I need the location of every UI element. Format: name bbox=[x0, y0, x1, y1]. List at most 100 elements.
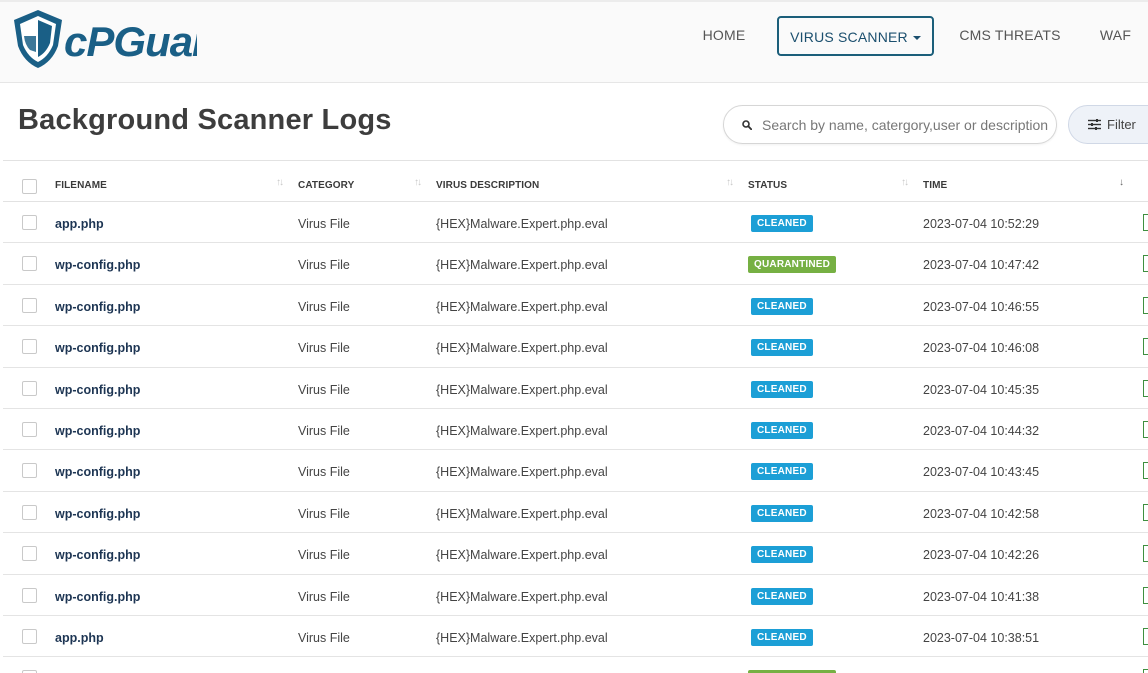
cell-category: Virus File bbox=[298, 630, 350, 645]
cell-filename[interactable]: wp-config.php bbox=[55, 300, 140, 314]
status-badge: CLEANED bbox=[751, 504, 813, 522]
cell-filename[interactable]: wp-config.php bbox=[55, 258, 140, 272]
sort-time-desc-icon[interactable]: ↓ bbox=[1119, 177, 1124, 188]
row-checkbox[interactable] bbox=[22, 546, 37, 562]
cell-filename[interactable]: app.php bbox=[55, 631, 104, 645]
table-header: FILENAME ↑↓ CATEGORY ↑↓ VIRUS DESCRIPTIO… bbox=[3, 161, 1148, 202]
select-all-checkbox[interactable] bbox=[22, 179, 37, 194]
table-row[interactable]: wp-config.php Virus File {HEX}Malware.Expe… bbox=[3, 409, 1148, 451]
cell-category: Virus File bbox=[298, 382, 350, 397]
cell-filename[interactable]: wp-config.php bbox=[55, 341, 140, 355]
cell-virus-description: {HEX}Malware.Expert.php.eval bbox=[436, 506, 608, 521]
cell-virus-description: {HEX}Malware.Expert.php.eval bbox=[436, 589, 608, 604]
view-file-icon[interactable] bbox=[1143, 586, 1148, 604]
status-badge: CLEANED bbox=[751, 297, 813, 315]
table-row[interactable]: app.php Virus File {HEX}Malware.Expert.php… bbox=[3, 202, 1148, 244]
table-row[interactable]: wp-config.phpVirus File{HEX}Malware.Expe… bbox=[3, 285, 1148, 327]
sort-status-icon[interactable]: ↑↓ bbox=[901, 177, 909, 188]
cell-filename[interactable]: wp-config.php bbox=[55, 507, 140, 521]
sort-filename-icon[interactable]: ↑↓ bbox=[276, 177, 284, 188]
view-file-icon[interactable] bbox=[1143, 503, 1148, 521]
row-checkbox[interactable] bbox=[22, 421, 37, 437]
cell-time: 2023-07-04 10:52:29 bbox=[923, 217, 1040, 231]
cell-virus-description: {HEX}Malware.Expert.php.eval bbox=[436, 217, 608, 231]
status-badge: QUARANTINED bbox=[748, 256, 837, 274]
view-file-icon[interactable] bbox=[1143, 296, 1148, 314]
status-badge: CLEANED bbox=[751, 628, 813, 646]
cell-virus-description: {HEX}Malware.Expert.php.eval bbox=[436, 630, 608, 645]
table-row[interactable]: wp-config.phpVirus File{HEX}Malware.Expe… bbox=[3, 657, 1148, 673]
status-badge: CLEANED bbox=[751, 421, 813, 439]
nav-cms-threats[interactable]: CMS THREATS bbox=[955, 16, 1065, 56]
cell-category: Virus File bbox=[298, 299, 350, 314]
view-file-icon[interactable] bbox=[1143, 420, 1148, 438]
view-file-icon[interactable] bbox=[1143, 338, 1148, 356]
svg-text:cPGuard: cPGuard bbox=[64, 18, 197, 65]
view-file-icon[interactable] bbox=[1143, 214, 1148, 231]
view-file-icon[interactable] bbox=[1143, 669, 1148, 673]
cell-filename[interactable]: wp-config.php bbox=[55, 424, 140, 438]
status-badge: CLEANED bbox=[751, 587, 813, 605]
header-time[interactable]: TIME bbox=[923, 180, 947, 191]
cell-category: Virus File bbox=[298, 506, 350, 521]
table-row[interactable]: wp-config.phpVirus File{HEX}Malware.Expe… bbox=[3, 450, 1148, 492]
cell-filename[interactable]: wp-config.php bbox=[55, 590, 140, 604]
row-checkbox[interactable] bbox=[22, 628, 37, 644]
cell-filename[interactable]: wp-config.php bbox=[55, 548, 140, 562]
cell-time: 2023-07-04 10:42:58 bbox=[923, 506, 1040, 521]
cell-filename[interactable]: wp-config.php bbox=[55, 383, 140, 397]
page-title: Background Scanner Logs bbox=[18, 104, 392, 136]
search-icon bbox=[742, 120, 752, 130]
table-row[interactable]: app.php Virus File {HEX}Malware.Expert.php… bbox=[3, 616, 1148, 658]
row-checkbox[interactable] bbox=[22, 256, 37, 272]
header-virus-description[interactable]: VIRUS DESCRIPTION bbox=[436, 180, 539, 191]
filter-button[interactable]: Filter bbox=[1068, 105, 1148, 144]
cell-category: Virus File bbox=[298, 341, 350, 356]
cell-time: 2023-07-04 10:46:55 bbox=[923, 299, 1040, 314]
view-file-icon[interactable] bbox=[1143, 462, 1148, 480]
cpguard-logo[interactable]: cPGuard bbox=[12, 6, 197, 72]
cell-time: 2023-07-04 10:46:08 bbox=[923, 341, 1040, 356]
cell-category: Virus File bbox=[298, 423, 350, 438]
view-file-icon[interactable] bbox=[1143, 379, 1148, 397]
cell-virus-description: {HEX}Malware.Expert.php.eval bbox=[436, 465, 608, 480]
header-status[interactable]: STATUS bbox=[748, 180, 787, 191]
status-badge: CLEANED bbox=[751, 463, 813, 481]
header-category[interactable]: CATEGORY bbox=[298, 180, 354, 191]
cell-category: Virus File bbox=[298, 258, 350, 273]
view-file-icon[interactable] bbox=[1143, 545, 1148, 563]
cell-category: Virus File bbox=[298, 217, 350, 231]
view-file-icon[interactable] bbox=[1143, 255, 1148, 273]
table-row[interactable]: wp-config.phpVirus File{HEX}Malware.Expe… bbox=[3, 533, 1148, 575]
nav-waf[interactable]: WAF bbox=[1088, 16, 1143, 56]
cell-category: Virus File bbox=[298, 548, 350, 563]
row-checkbox[interactable] bbox=[22, 504, 37, 520]
search-input[interactable] bbox=[762, 107, 1052, 142]
sort-category-icon[interactable]: ↑↓ bbox=[414, 177, 422, 188]
status-badge: CLEANED bbox=[751, 546, 813, 564]
row-checkbox[interactable] bbox=[22, 297, 37, 313]
cell-time: 2023-07-04 10:43:45 bbox=[923, 465, 1040, 480]
table-row[interactable]: wp-config.php Virus File {HEX}Malware.Expe… bbox=[3, 492, 1148, 534]
row-checkbox[interactable] bbox=[22, 380, 37, 396]
cell-virus-description: {HEX}Malware.Expert.php.eval bbox=[436, 423, 608, 438]
sort-description-icon[interactable]: ↑↓ bbox=[726, 177, 734, 188]
cell-filename[interactable]: app.php bbox=[55, 217, 104, 231]
row-checkbox[interactable] bbox=[22, 215, 37, 230]
cell-filename[interactable]: wp-config.php bbox=[55, 465, 140, 479]
view-file-icon[interactable] bbox=[1143, 627, 1148, 645]
table-row[interactable]: wp-config.phpVirus File{HEX}Malware.Expe… bbox=[3, 575, 1148, 616]
table-row[interactable]: wp-config.phpVirus File{HEX}Malware.Expe… bbox=[3, 368, 1148, 409]
header-filename[interactable]: FILENAME bbox=[55, 180, 107, 191]
nav-virus-scanner-dropdown[interactable]: VIRUS SCANNER bbox=[777, 16, 934, 56]
row-checkbox[interactable] bbox=[22, 463, 37, 479]
nav-home[interactable]: HOME bbox=[690, 16, 758, 56]
caret-down-icon bbox=[912, 36, 921, 41]
table-row[interactable]: wp-config.phpVirus File{HEX}Malware.Expe… bbox=[3, 243, 1148, 285]
row-checkbox[interactable] bbox=[22, 339, 37, 355]
row-checkbox[interactable] bbox=[22, 587, 37, 603]
table-body: app.php Virus File {HEX}Malware.Expert.php… bbox=[3, 202, 1148, 673]
cell-time: 2023-07-04 10:42:26 bbox=[923, 548, 1040, 563]
scanner-logs-table: FILENAME ↑↓ CATEGORY ↑↓ VIRUS DESCRIPTIO… bbox=[3, 160, 1148, 673]
table-row[interactable]: wp-config.phpVirus File{HEX}Malware.Expe… bbox=[3, 326, 1148, 368]
